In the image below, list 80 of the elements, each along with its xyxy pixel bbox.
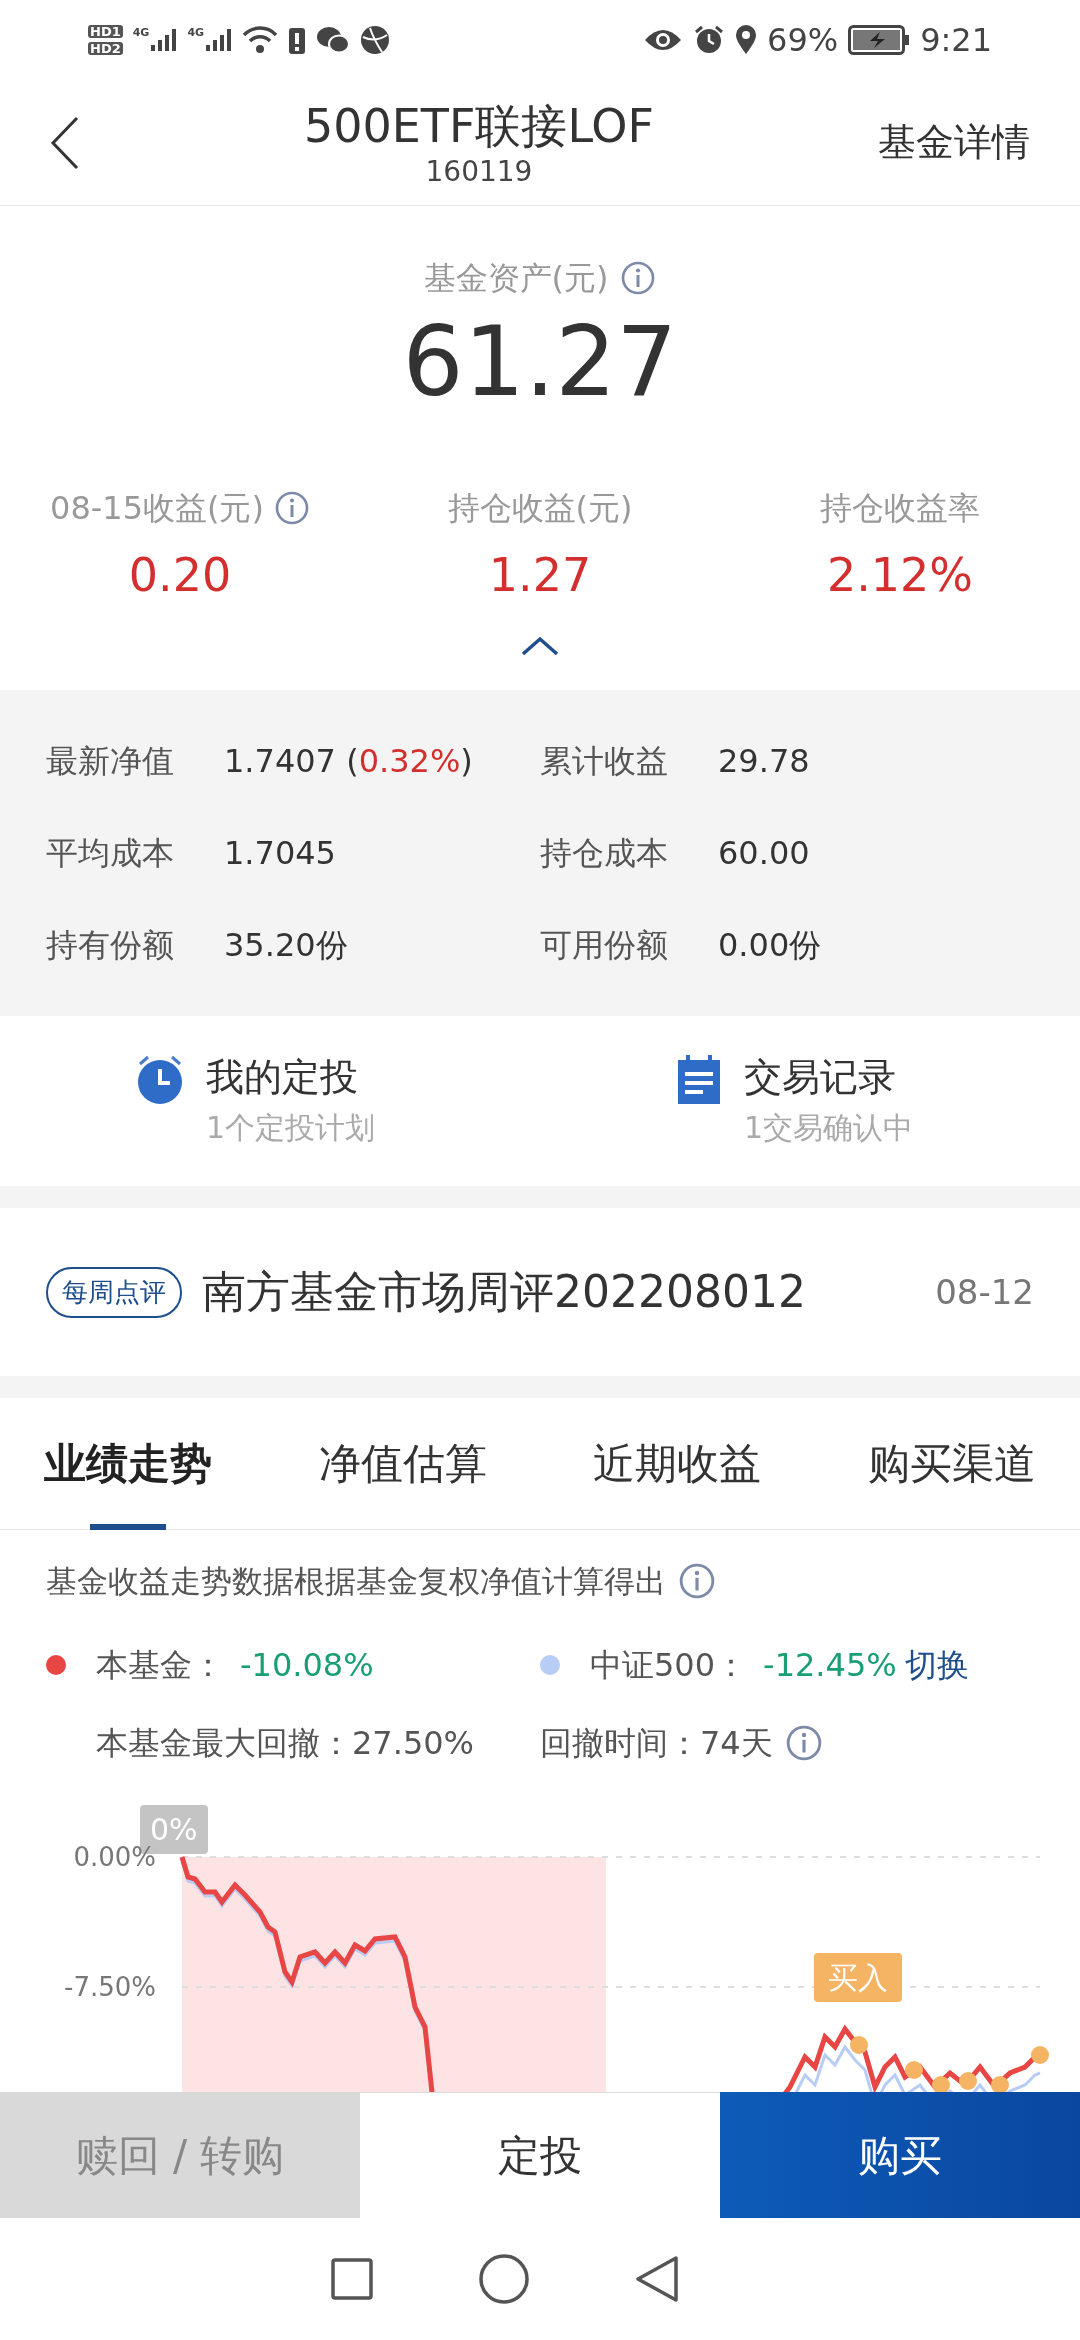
collapse-caret-icon[interactable] (520, 636, 560, 656)
drawdown-text: 本基金最大回撤：27.50% (96, 1722, 474, 1764)
battery-percentage: 69% (767, 20, 839, 61)
asset-value: 61.27 (402, 305, 678, 420)
stat-label: 08-15收益(元) (50, 488, 264, 529)
clock-time: 9:21 (920, 20, 992, 61)
legend-label: 本基金： (96, 1644, 224, 1686)
detail-label: 累计收益 (540, 741, 669, 782)
wifi-icon (242, 25, 279, 55)
network-label: 4G (187, 27, 205, 38)
tab[interactable]: 购买渠道 (867, 1397, 1036, 1530)
detail-label: 持有份额 (46, 925, 175, 966)
buy-point-marker (932, 2075, 950, 2092)
document-icon (676, 1054, 722, 1106)
globe-icon (360, 25, 391, 55)
detail-label: 可用份额 (540, 925, 669, 966)
news-row[interactable]: 每周点评 南方基金市场周评202208012 08-12 (0, 1208, 1080, 1376)
detail-value: 35.20份 (224, 925, 348, 966)
news-tag: 每周点评 (46, 1266, 182, 1318)
detail-value: 0.00份 (718, 925, 822, 966)
stat-value: 1.27 (488, 547, 592, 604)
fund-code: 160119 (425, 154, 533, 189)
shortcut-item[interactable]: 交易记录 1交易确认中 (540, 1050, 1080, 1152)
switch-link[interactable]: 切换 (904, 1640, 969, 1689)
buy-badge: 买入 (814, 1952, 902, 2002)
tab[interactable]: 近期收益 (593, 1397, 762, 1530)
shortcut-subtitle: 1交易确认中 (744, 1109, 914, 1147)
signal-icon (204, 27, 233, 53)
legend-value: -10.08% (240, 1644, 374, 1686)
buy-point-marker (1031, 2045, 1049, 2064)
shortcut-title: 交易记录 (744, 1054, 897, 1101)
detail-label: 最新净值 (46, 741, 175, 782)
buy-point-marker (991, 2075, 1009, 2092)
info-icon[interactable] (273, 490, 310, 526)
stat-label: 持仓收益(元) (447, 488, 633, 529)
back-icon[interactable] (50, 115, 80, 170)
detail-value: 1.7045 (224, 833, 336, 874)
news-title: 南方基金市场周评202208012 (202, 1265, 807, 1319)
asset-label: 基金资产(元) (423, 258, 609, 299)
stat-value: 0.20 (128, 547, 232, 604)
detail-value: 29.78 (718, 741, 810, 782)
clock-icon (136, 1054, 184, 1106)
drawdown-text: 回撤时间：74天 (540, 1722, 773, 1764)
info-icon[interactable] (784, 1723, 823, 1762)
alert-icon (288, 25, 307, 55)
detail-value: 1.7407 (0.32%) (224, 741, 473, 782)
info-icon[interactable] (678, 1562, 716, 1601)
location-icon (735, 25, 757, 55)
shortcut-title: 我的定投 (206, 1054, 359, 1101)
signal-icon (149, 27, 178, 53)
recent-apps-icon[interactable] (330, 2257, 374, 2301)
sim-label: HD1 (88, 25, 123, 38)
battery-icon (848, 25, 911, 55)
y-axis-label: -7.50% (64, 1973, 156, 2000)
alarm-icon (693, 24, 725, 56)
tab[interactable]: 业绩走势 (44, 1397, 212, 1530)
news-date: 08-12 (935, 1270, 1034, 1314)
fund-title: 500ETF联接LOF (303, 97, 655, 155)
buy-button[interactable]: 购买 (720, 2092, 1080, 2218)
shortcut-subtitle: 1个定投计划 (206, 1109, 376, 1147)
stat-label: 持仓收益率 (820, 488, 980, 529)
detail-value: 60.00 (718, 833, 810, 874)
shortcut-item[interactable]: 我的定投 1个定投计划 (0, 1050, 540, 1152)
chat-icon (316, 26, 351, 54)
detail-label: 持仓成本 (540, 833, 669, 874)
chart-note: 基金收益走势数据根据基金复权净值计算得出 (46, 1562, 666, 1601)
buy-point-marker (850, 2035, 868, 2054)
detail-label: 平均成本 (46, 833, 175, 874)
sim-label: HD2 (88, 42, 123, 55)
buy-point-marker (905, 2060, 923, 2079)
home-icon[interactable] (478, 2253, 530, 2305)
tab[interactable]: 净值估算 (318, 1397, 487, 1530)
network-label: 4G (132, 27, 150, 38)
fund-details-link[interactable]: 基金详情 (878, 114, 1030, 171)
legend-label: 中证500： (590, 1644, 748, 1686)
legend-value: -12.45% (763, 1644, 897, 1686)
stat-value: 2.12% (826, 547, 974, 604)
buy-point-marker (959, 2071, 977, 2090)
back-icon[interactable] (634, 2254, 680, 2304)
info-icon[interactable] (620, 260, 657, 296)
